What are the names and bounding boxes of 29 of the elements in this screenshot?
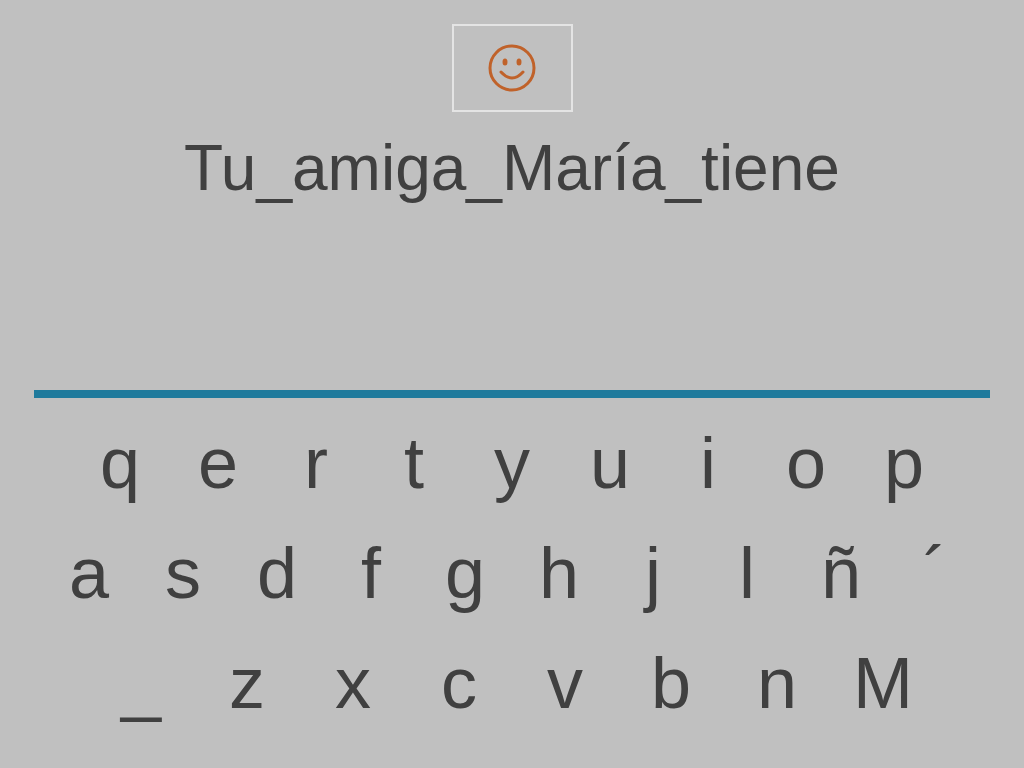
key[interactable]: x [300,638,406,728]
key[interactable]: n [724,638,830,728]
key[interactable]: a [42,528,136,618]
key[interactable]: c [406,638,512,728]
key[interactable]: y [463,418,561,508]
key[interactable]: v [512,638,618,728]
key[interactable]: g [418,528,512,618]
key[interactable]: j [606,528,700,618]
key[interactable]: t [365,418,463,508]
key[interactable]: p [855,418,953,508]
key[interactable]: s [136,528,230,618]
key[interactable]: _ [88,638,194,728]
sentence-text: Tu_amiga_María_tiene [184,131,840,206]
key[interactable]: q [71,418,169,508]
key[interactable]: u [561,418,659,508]
smiley-icon [487,43,537,93]
key[interactable]: d [230,528,324,618]
key[interactable]: i [659,418,757,508]
key[interactable]: e [169,418,267,508]
key[interactable]: M [830,638,936,728]
key[interactable]: r [267,418,365,508]
key[interactable]: ´ [888,528,982,618]
key[interactable]: b [618,638,724,728]
key[interactable]: o [757,418,855,508]
key[interactable]: f [324,528,418,618]
key[interactable]: ñ [794,528,888,618]
key[interactable]: h [512,528,606,618]
key[interactable]: l [700,528,794,618]
key[interactable]: z [194,638,300,728]
